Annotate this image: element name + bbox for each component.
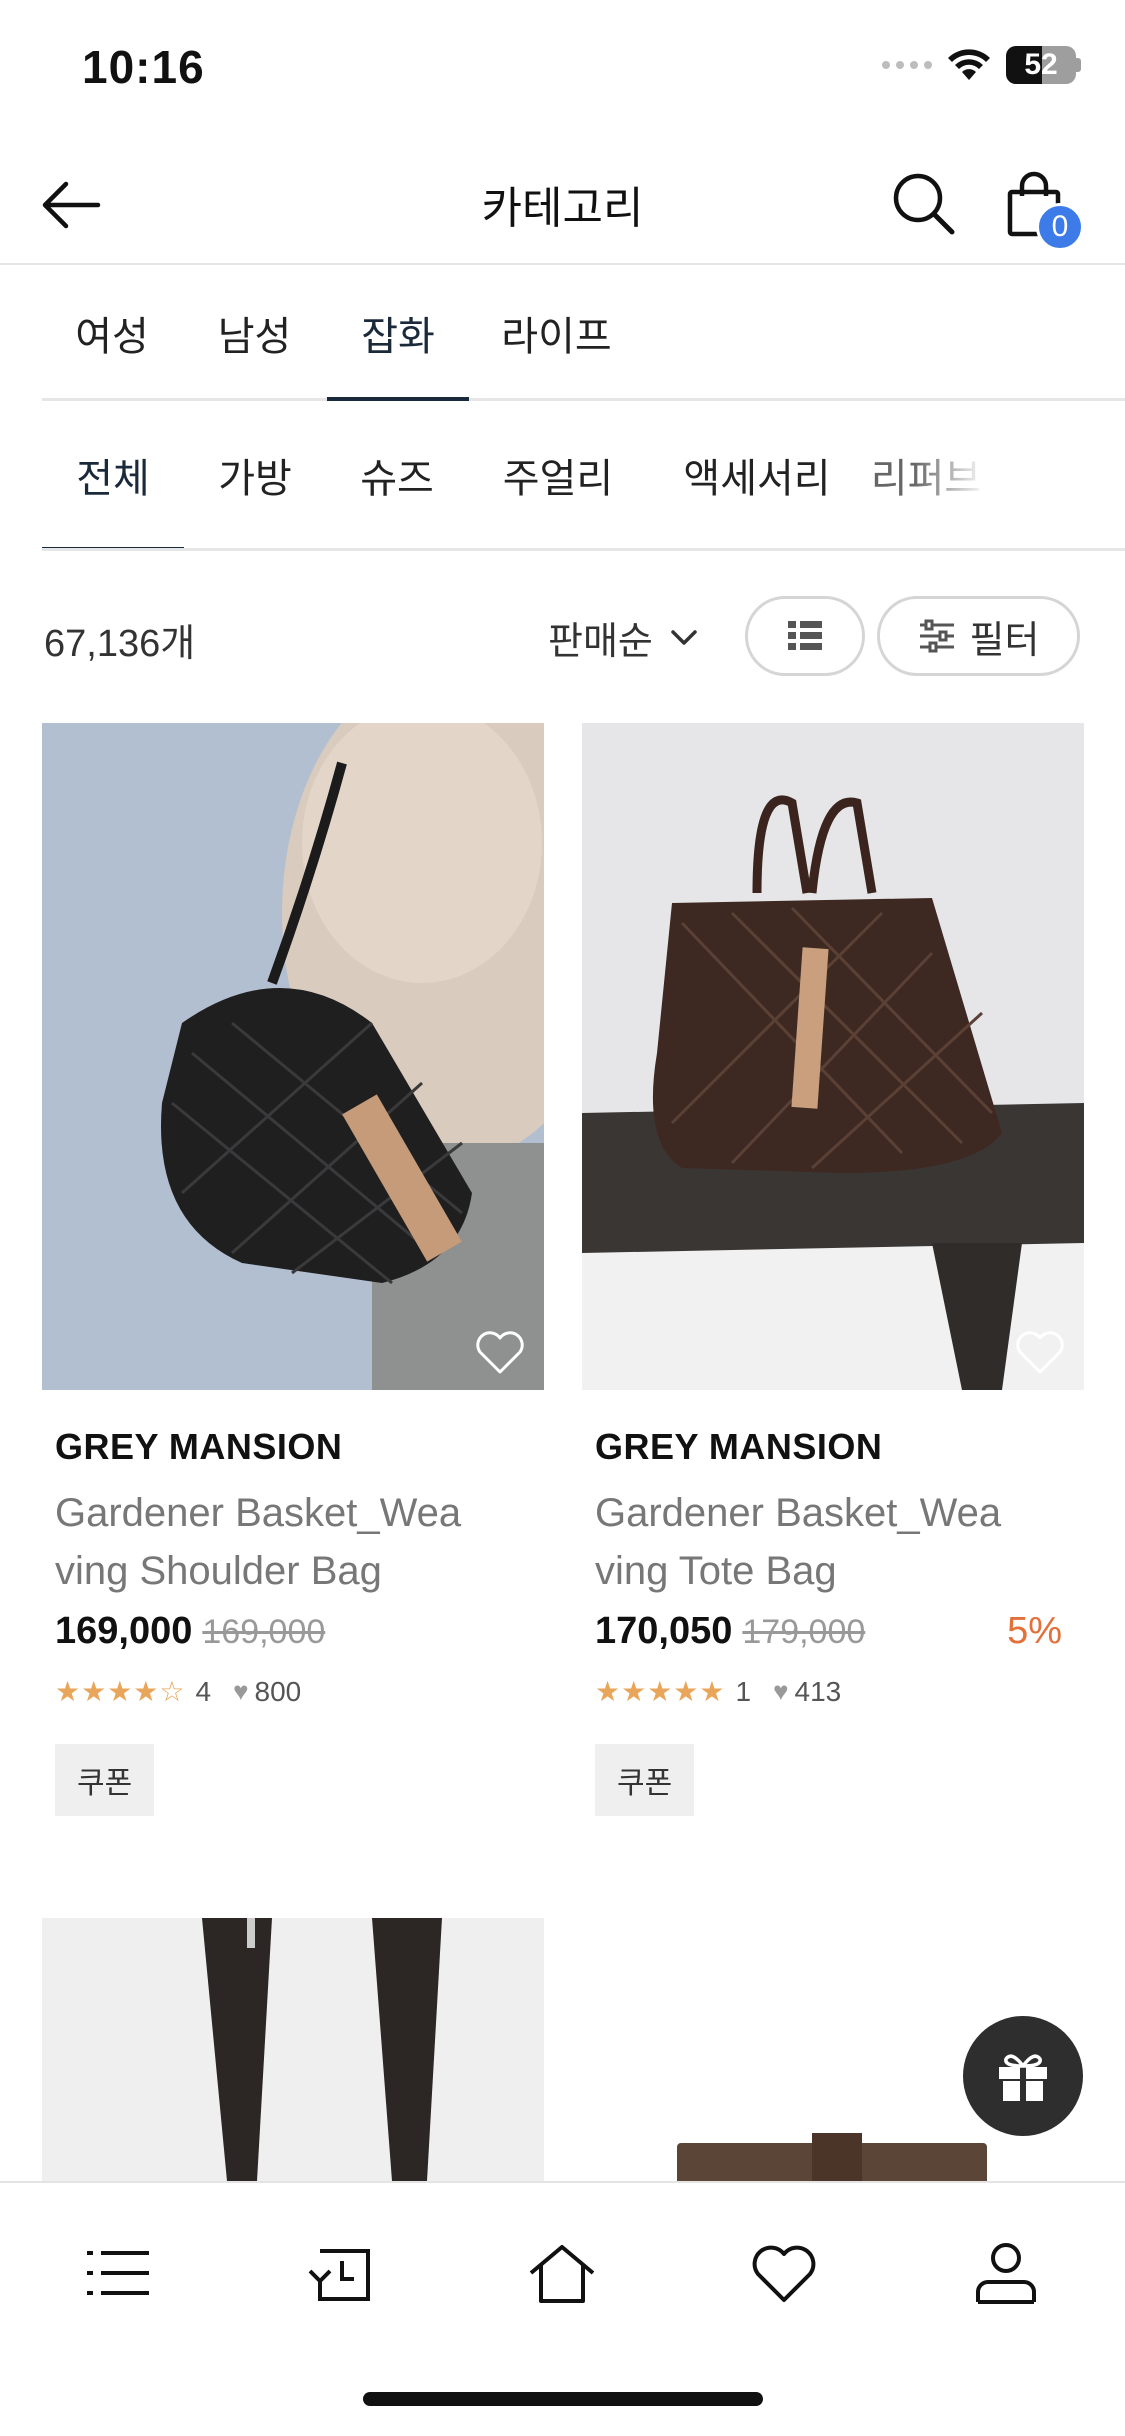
category-tabs: 여성 남성 잡화 라이프 [42,267,1125,401]
rating-row: ★★★★☆ 4 ♥ 800 [42,1675,544,1708]
original-price: 179,000 [742,1613,866,1651]
product-image[interactable] [582,723,1084,1390]
product-name[interactable]: Gardener Basket_Wea ving Shoulder Bag [42,1484,544,1600]
product-name-line: Gardener Basket_Wea [595,1491,1002,1535]
list-toolbar: 67,136개 판매순 필터 [0,590,1125,680]
product-brand: GREY MANSION [55,1426,343,1467]
product-image[interactable] [42,1918,544,2181]
review-count: 4 [195,1675,212,1707]
product-card[interactable]: GREY MANSION Gardener Basket_Wea ving Sh… [42,723,544,1816]
price-row: 170,050 179,000 5% [582,1610,1084,1653]
review-count: 1 [735,1675,752,1707]
subtab-shoes[interactable]: 슈즈 [326,401,468,548]
heart-icon: ♥ [233,1676,249,1706]
app-header: 카테고리 0 [0,140,1125,265]
status-indicators: 52 [882,46,1081,84]
nav-recent[interactable] [300,2233,380,2313]
like-count: 800 [254,1675,302,1707]
status-time: 10:16 [82,41,205,93]
sale-price: 170,050 [595,1610,733,1652]
product-name-line: ving Tote Bag [595,1549,837,1593]
sort-dropdown[interactable]: 판매순 [548,610,699,665]
like-count: 413 [794,1675,842,1707]
gift-button[interactable] [963,2016,1083,2136]
filter-button[interactable]: 필터 [877,596,1080,676]
result-count: 67,136개 [44,623,196,665]
tab-accessories[interactable]: 잡화 [327,267,469,401]
nav-home[interactable] [522,2233,602,2313]
price-row: 169,000 169,000 [42,1610,544,1653]
coupon-badge: 쿠폰 [595,1744,695,1816]
subtab-accessory[interactable]: 액세서리 [648,401,866,548]
battery-level: 52 [1024,48,1058,81]
status-bar: 10:16 52 [0,0,1125,140]
coupon-badge: 쿠폰 [55,1744,155,1816]
tab-life[interactable]: 라이프 [469,267,644,398]
search-button[interactable] [888,168,960,240]
subtab-all[interactable]: 전체 [42,401,184,548]
sliders-icon [919,619,954,653]
product-image[interactable] [42,723,544,1390]
view-toggle-button[interactable] [745,596,865,676]
list-view-icon [788,621,822,650]
heart-icon[interactable] [472,1324,528,1380]
nav-wishlist[interactable] [744,2233,824,2313]
subcategory-tabs: 전체 가방 슈즈 주얼리 액세서리 리퍼브 [42,401,1125,551]
sale-price: 169,000 [55,1610,193,1652]
star-rating: ★★★★★ [595,1676,726,1707]
gift-icon [999,2054,1047,2101]
product-photo-tote-bag [582,723,1084,1390]
product-card[interactable]: GREY MANSION Gardener Basket_Wea ving To… [582,723,1084,1816]
tab-men[interactable]: 남성 [182,267,327,398]
cellular-signal-icon [882,61,932,69]
heart-icon [752,2245,816,2302]
recent-icon [308,2249,370,2301]
star-rating: ★★★★☆ [55,1676,186,1707]
product-name-line: ving Shoulder Bag [55,1549,382,1593]
nav-my[interactable] [966,2233,1046,2313]
user-icon [976,2243,1036,2304]
search-icon [893,173,955,235]
subtab-jewelry[interactable]: 주얼리 [468,401,648,548]
product-name[interactable]: Gardener Basket_Wea ving Tote Bag [582,1484,1084,1600]
product-photo-shoulder-bag [42,723,544,1390]
tab-women[interactable]: 여성 [42,267,182,398]
sort-label: 판매순 [548,621,653,663]
chevron-down-icon [671,629,697,645]
battery-icon: 52 [1006,46,1076,84]
product-brand: GREY MANSION [595,1426,883,1467]
cart-count-badge: 0 [1036,203,1084,251]
discount-rate: 5% [1007,1610,1062,1652]
heart-icon: ♥ [773,1676,789,1706]
subtab-bags[interactable]: 가방 [184,401,326,548]
home-indicator [363,2392,763,2406]
rating-row: ★★★★★ 1 ♥ 413 [582,1675,1084,1708]
original-price: 169,000 [202,1613,326,1651]
heart-icon[interactable] [1012,1324,1068,1380]
menu-icon [87,2251,149,2295]
subtab-refurb[interactable]: 리퍼브 [866,401,986,548]
nav-menu[interactable] [78,2233,158,2313]
product-photo-legs [42,1918,544,2181]
home-icon [529,2245,595,2303]
filter-label: 필터 [969,619,1040,662]
wifi-icon [948,49,990,80]
product-name-line: Gardener Basket_Wea [55,1491,462,1535]
